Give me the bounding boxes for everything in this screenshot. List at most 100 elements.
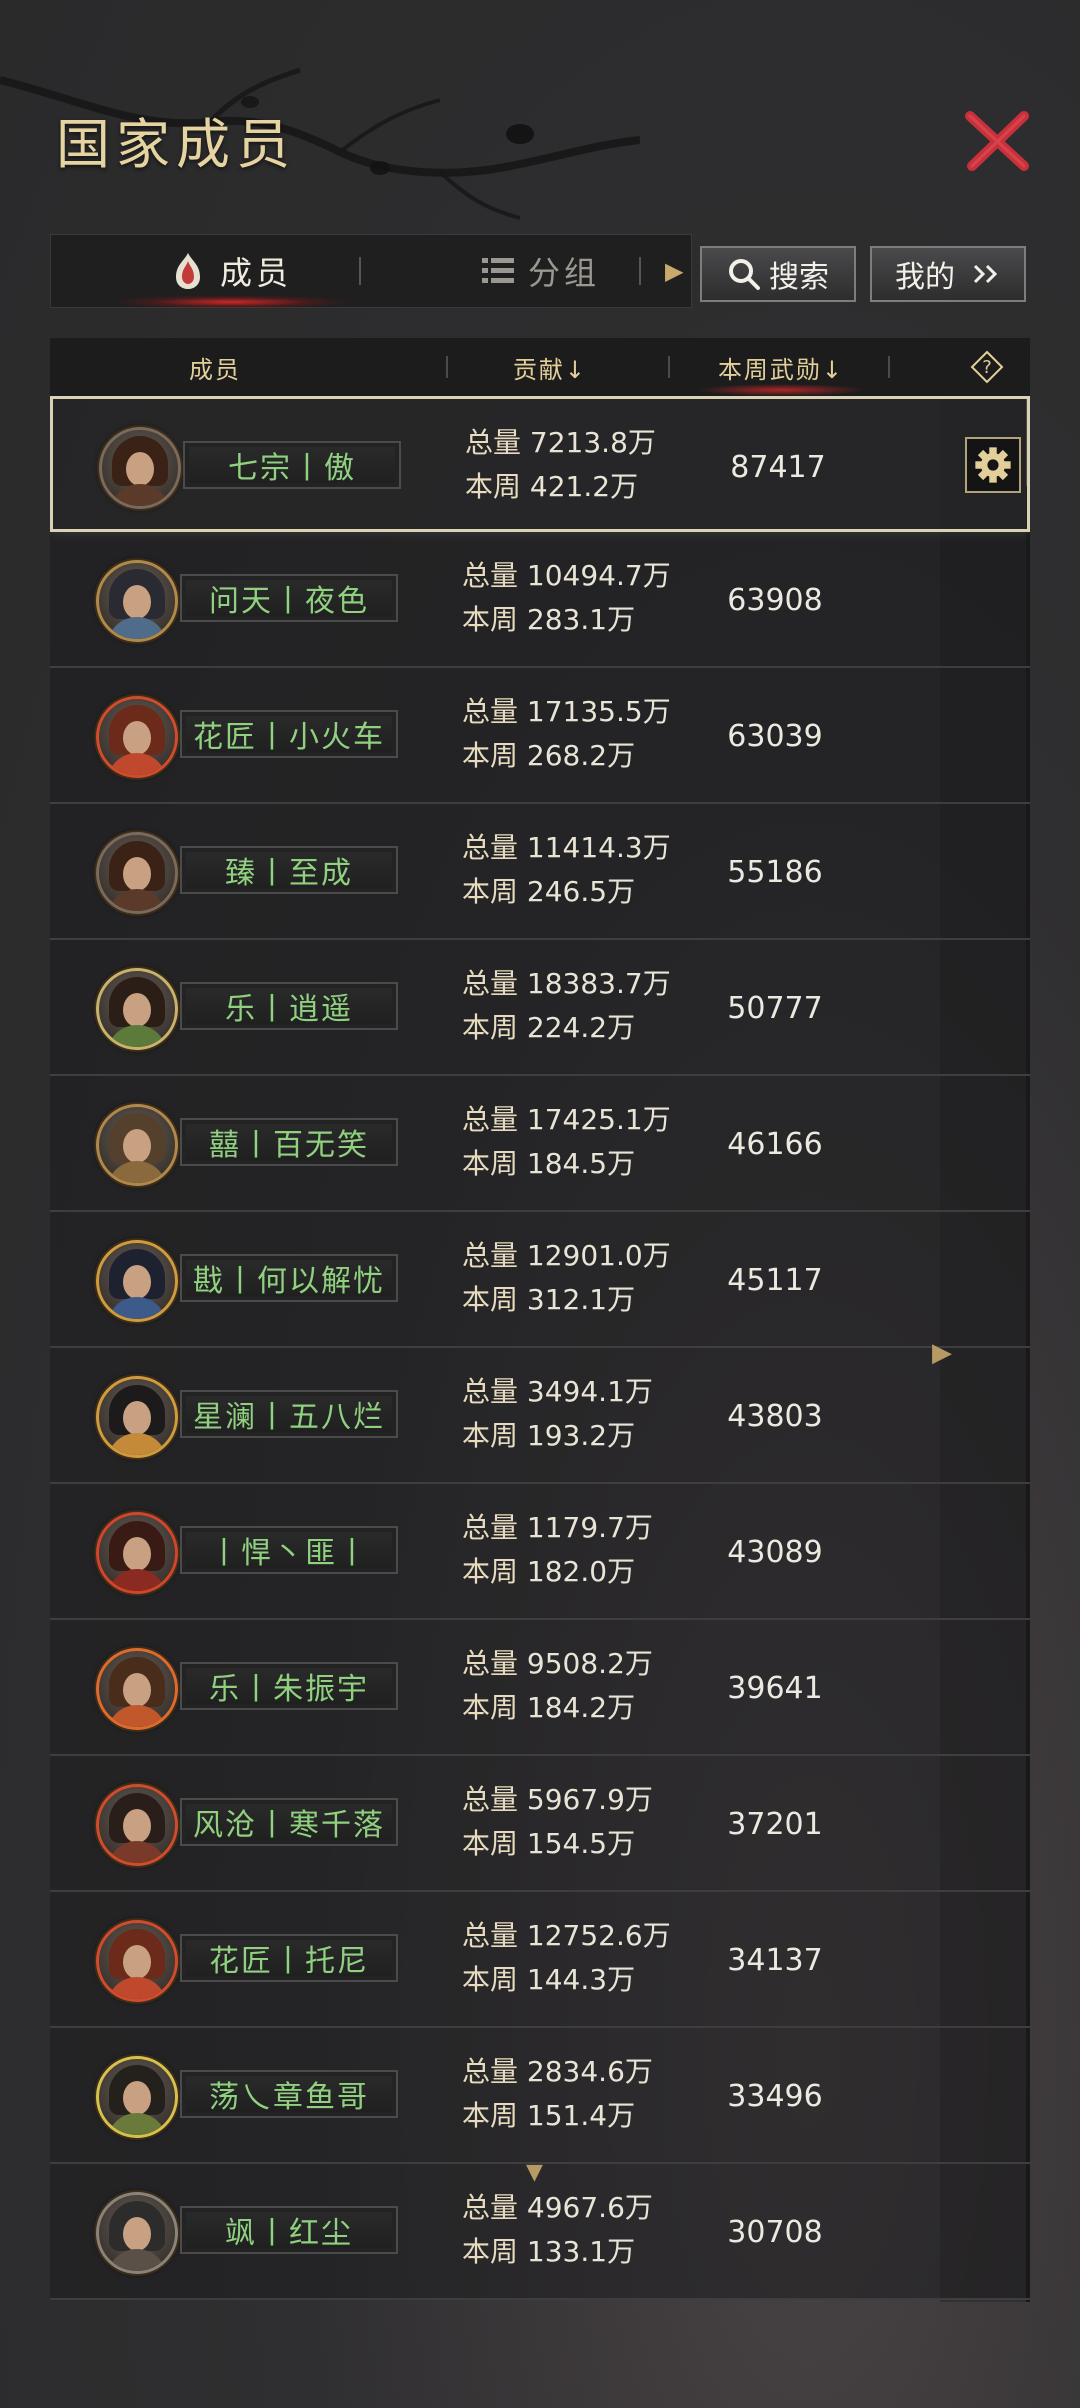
avatar[interactable] [96, 1240, 178, 1322]
total-label: 总量 [465, 426, 522, 459]
week-value: 268.2万 [526, 739, 636, 772]
header-weekly-merit[interactable]: 本周武勋↓ [686, 338, 876, 396]
contribution-week: 本周 184.2万 [462, 1686, 653, 1730]
total-value: 2834.6万 [526, 2055, 653, 2088]
contribution-total: 总量 1179.7万 [462, 1506, 653, 1550]
avatar[interactable] [96, 1784, 178, 1866]
member-row[interactable]: 问天丨夜色 总量 10494.7万 本周 283.1万 63908 [50, 532, 1030, 668]
avatar-body [107, 1025, 167, 1047]
contribution-week: 本周 421.2万 [465, 465, 656, 509]
tab-bar: 成员 分组 ▶ [50, 234, 692, 309]
search-button[interactable]: 搜索 [700, 246, 856, 302]
member-row[interactable]: 乐丨朱振宇 总量 9508.2万 本周 184.2万 39641 [50, 1620, 1030, 1756]
member-row[interactable]: 戡丨何以解忧 总量 12901.0万 本周 312.1万 45117 [50, 1212, 1030, 1348]
contribution-week: 本周 312.1万 [462, 1278, 671, 1322]
week-label: 本周 [462, 1283, 519, 1316]
contribution-total: 总量 10494.7万 [462, 554, 671, 598]
help-icon[interactable]: ? [970, 350, 1004, 384]
week-value: 193.2万 [526, 1419, 636, 1452]
avatar[interactable] [96, 2192, 178, 2274]
contribution-total: 总量 12752.6万 [462, 1914, 671, 1958]
contribution-cell: 总量 3494.1万 本周 193.2万 [462, 1370, 653, 1458]
header-contribution[interactable]: 贡献↓ [470, 338, 630, 396]
avatar[interactable] [96, 1648, 178, 1730]
total-label: 总量 [462, 1239, 519, 1272]
contribution-cell: 总量 1179.7万 本周 182.0万 [462, 1506, 653, 1594]
week-value: 312.1万 [526, 1283, 636, 1316]
member-row[interactable]: 囍丨百无笑 总量 17425.1万 本周 184.5万 46166 [50, 1076, 1030, 1212]
avatar[interactable] [96, 1104, 178, 1186]
total-label: 总量 [462, 831, 519, 864]
gear-icon[interactable] [965, 437, 1021, 493]
avatar[interactable] [96, 560, 178, 642]
avatar-face [123, 2081, 151, 2115]
avatar-body [107, 1841, 167, 1863]
member-row[interactable]: 七宗丨傲 总量 7213.8万 本周 421.2万 87417 [50, 396, 1030, 532]
week-value: 182.0万 [526, 1555, 636, 1588]
member-name: 七宗丨傲 [183, 441, 401, 489]
member-row[interactable]: 花匠丨托尼 总量 12752.6万 本周 144.3万 34137 [50, 1892, 1030, 2028]
contribution-week: 本周 151.4万 [462, 2094, 653, 2138]
tab-groups[interactable]: 分组 [421, 235, 661, 307]
avatar-face [123, 993, 151, 1027]
contribution-total: 总量 2834.6万 [462, 2050, 653, 2094]
member-row[interactable]: 丨悍丶匪丨 总量 1179.7万 本周 182.0万 43089 [50, 1484, 1030, 1620]
weekly-merit-value: 34137 [727, 1942, 823, 1978]
tab-members[interactable]: 成员 [111, 235, 351, 309]
total-value: 7213.8万 [529, 426, 656, 459]
total-label: 总量 [462, 2191, 519, 2224]
expand-right-icon[interactable]: ▶ [932, 1338, 952, 1368]
total-value: 3494.1万 [526, 1375, 653, 1408]
member-name: 风沧丨寒千落 [180, 1798, 398, 1846]
avatar[interactable] [96, 1376, 178, 1458]
weekly-merit-value: 50777 [727, 990, 823, 1026]
close-icon[interactable] [962, 106, 1032, 176]
total-label: 总量 [462, 1511, 519, 1544]
avatar[interactable] [96, 1920, 178, 2002]
avatar-face [123, 1401, 151, 1435]
avatar[interactable] [99, 427, 181, 509]
avatar[interactable] [96, 968, 178, 1050]
tab-divider [639, 257, 641, 285]
week-label: 本周 [462, 739, 519, 772]
avatar-face [123, 585, 151, 619]
member-row[interactable]: 乐丨逍遥 总量 18383.7万 本周 224.2万 50777 [50, 940, 1030, 1076]
tab-groups-label: 分组 [527, 254, 600, 292]
weekly-merit-value: 43803 [727, 1398, 823, 1434]
avatar[interactable] [96, 696, 178, 778]
weekly-merit-value: 37201 [727, 1806, 823, 1842]
weekly-merit-value: 46166 [727, 1126, 823, 1162]
tab-scroll-right-icon[interactable]: ▶ [665, 257, 683, 285]
member-name: 花匠丨小火车 [180, 710, 398, 758]
member-row[interactable]: 花匠丨小火车 总量 17135.5万 本周 268.2万 63039 [50, 668, 1030, 804]
total-value: 9508.2万 [526, 1647, 653, 1680]
member-row[interactable]: 风沧丨寒千落 总量 5967.9万 本周 154.5万 37201 [50, 1756, 1030, 1892]
contribution-week: 本周 154.5万 [462, 1822, 653, 1866]
weekly-merit-value: 33496 [727, 2078, 823, 2114]
avatar[interactable] [96, 2056, 178, 2138]
member-name: 戡丨何以解忧 [180, 1254, 398, 1302]
mine-button[interactable]: 我的 [870, 246, 1026, 302]
total-value: 17135.5万 [526, 695, 671, 728]
contribution-total: 总量 7213.8万 [465, 421, 656, 465]
avatar[interactable] [96, 832, 178, 914]
member-name: 乐丨朱振宇 [180, 1662, 398, 1710]
member-row[interactable]: 臻丨至成 总量 11414.3万 本周 246.5万 55186 [50, 804, 1030, 940]
avatar[interactable] [96, 1512, 178, 1594]
member-name: 问天丨夜色 [180, 574, 398, 622]
total-label: 总量 [462, 1647, 519, 1680]
total-label: 总量 [462, 559, 519, 592]
member-name: 荡乀章鱼哥 [180, 2070, 398, 2118]
search-icon [729, 259, 760, 290]
contribution-total: 总量 17425.1万 [462, 1098, 671, 1142]
member-name: 花匠丨托尼 [180, 1934, 398, 1982]
avatar-body [107, 1977, 167, 1999]
contribution-cell: 总量 18383.7万 本周 224.2万 [462, 962, 671, 1050]
member-list: 七宗丨傲 总量 7213.8万 本周 421.2万 87417 问天丨夜色 总量… [50, 396, 1030, 2302]
member-row[interactable]: 星澜丨五八烂 总量 3494.1万 本周 193.2万 43803 [50, 1348, 1030, 1484]
contribution-total: 总量 4967.6万 [462, 2186, 653, 2230]
week-label: 本周 [462, 1011, 519, 1044]
member-row[interactable]: 荡乀章鱼哥 总量 2834.6万 本周 151.4万 33496 [50, 2028, 1030, 2164]
avatar-body [107, 1433, 167, 1455]
total-label: 总量 [462, 2055, 519, 2088]
